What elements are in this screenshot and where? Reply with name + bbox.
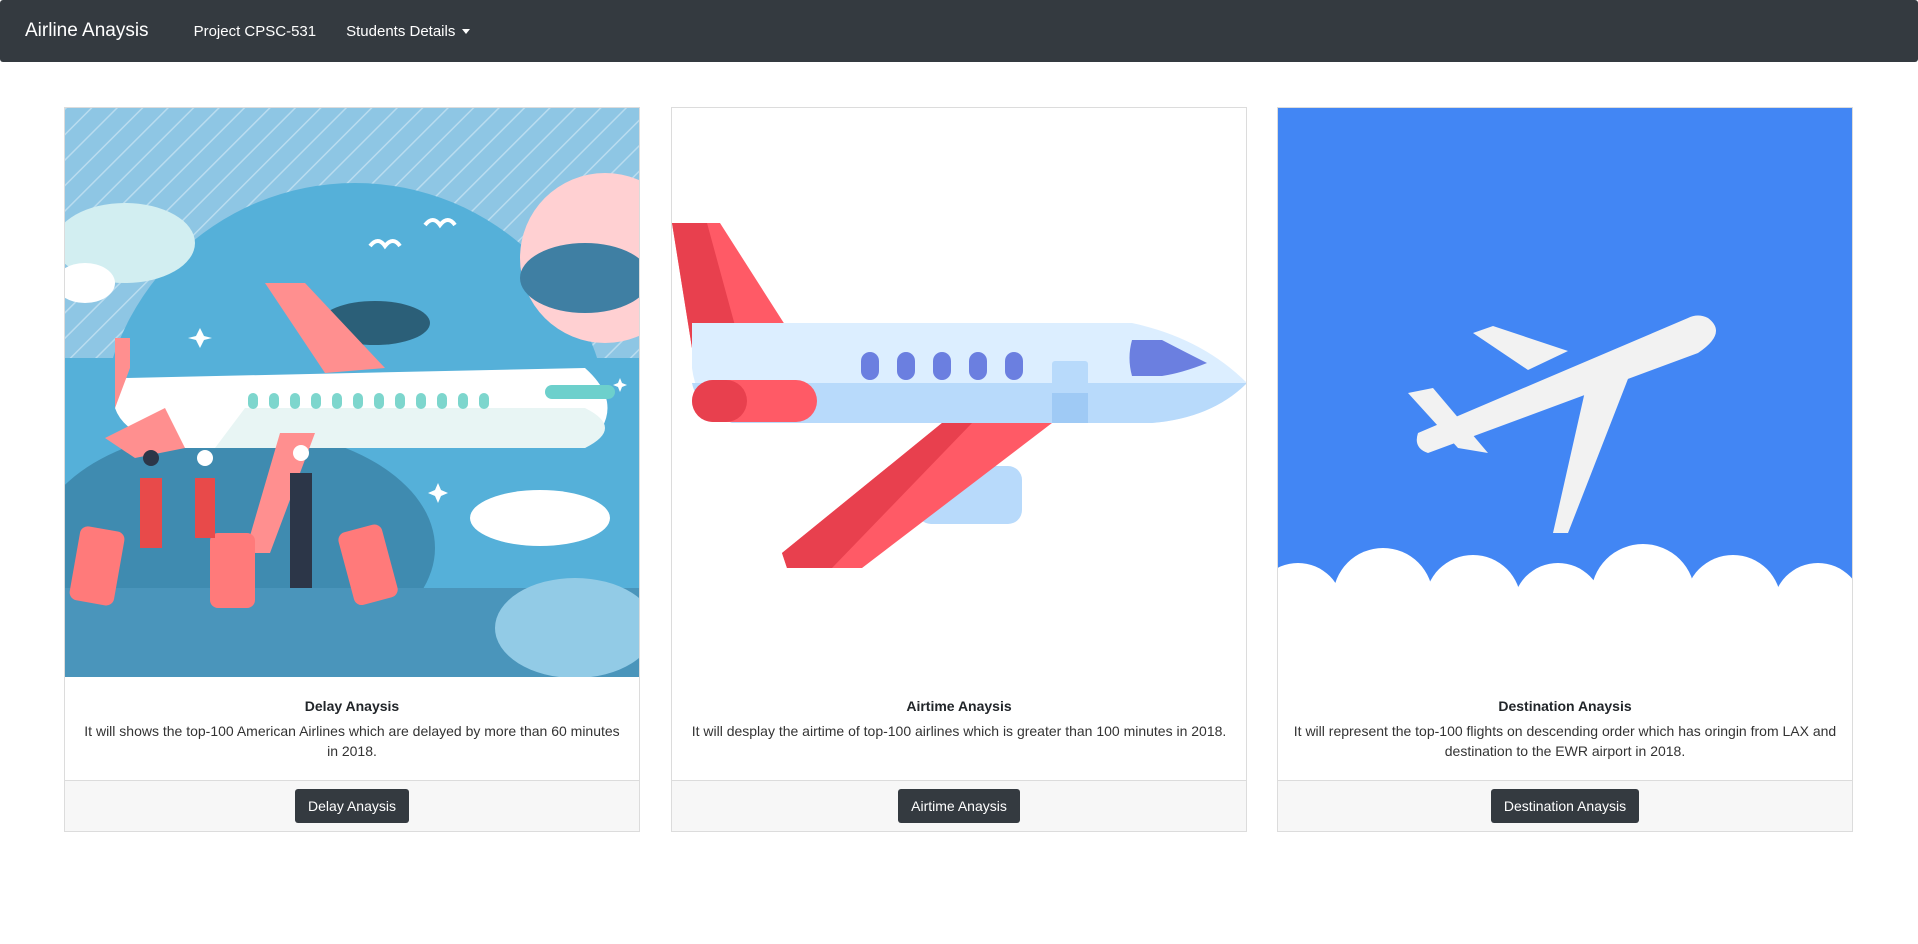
caret-down-icon [462,28,471,34]
delay-analysis-button[interactable]: Delay Anaysis [295,788,409,823]
card-title: Destination Anaysis [1498,697,1632,714]
card-destination-analysis: Destination Anaysis It will represent th… [1277,107,1853,832]
nav-dropdown-students-details[interactable]: Students Details [346,22,471,40]
destination-analysis-button[interactable]: Destination Anaysis [1490,788,1640,823]
airplane-in-sky-illustration [1278,108,1852,677]
airtime-analysis-button[interactable]: Airtime Anaysis [898,788,1020,823]
nav-link-project[interactable]: Project CPSC-531 [194,23,317,40]
card-text: It will shows the top-100 American Airli… [84,722,620,759]
card-footer: Destination Anaysis [1278,779,1852,831]
airplane-illustration [672,108,1246,677]
card-airtime-analysis: Airtime Anaysis It will desplay the airt… [671,107,1247,832]
nav-dropdown-label: Students Details [346,22,456,40]
card-text: It will represent the top-100 flights on… [1293,722,1837,759]
card-title: Delay Anaysis [304,697,400,714]
card-footer: Airtime Anaysis [672,779,1246,831]
card-footer: Delay Anaysis [65,779,639,831]
card-title: Airtime Anaysis [906,697,1012,714]
card-text: It will desplay the airtime of top-100 a… [691,722,1227,739]
airport-travelers-illustration [65,108,639,677]
nav-link-project-label: Project CPSC-531 [193,22,317,40]
card-delay-analysis: Delay Anaysis It will shows the top-100 … [64,107,640,832]
navbar: Airline Anaysis Project CPSC-531 Student… [0,0,1918,62]
navbar-brand[interactable]: Airline Anaysis [25,20,149,42]
